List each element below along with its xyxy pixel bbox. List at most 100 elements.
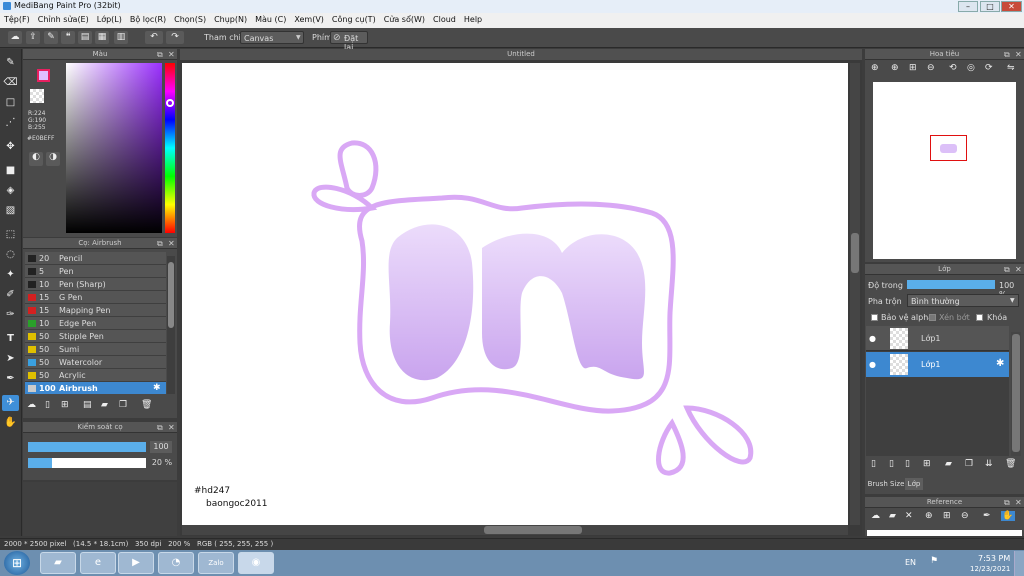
comment-icon[interactable]: ✎ [44, 31, 58, 44]
taskbar-ie-icon[interactable]: e [80, 552, 116, 574]
menu-item[interactable]: Xem(V) [290, 13, 328, 24]
brush-item[interactable]: 10 Edge Pen [25, 317, 166, 330]
close-icon[interactable]: ✕ [168, 50, 175, 59]
open-icon[interactable]: ▰ [889, 511, 896, 521]
brush-tool-icon[interactable]: ✎ [2, 55, 19, 71]
layer-row[interactable]: ● Lớp1 [866, 326, 1009, 351]
magic-wand-tool-icon[interactable]: ✦ [2, 267, 19, 283]
close-icon[interactable]: ✕ [168, 239, 175, 248]
zoom-out-icon[interactable]: ⊖ [961, 511, 969, 521]
foreground-color-swatch[interactable] [37, 69, 50, 82]
drawing-canvas[interactable]: #hd247 baongoc2011 [182, 63, 848, 525]
scrollbar-thumb[interactable] [851, 233, 859, 273]
scrollbar-thumb[interactable] [1012, 334, 1020, 452]
cloud-icon[interactable]: ☁ [871, 511, 880, 521]
menu-item[interactable]: Công cụ(T) [328, 13, 380, 24]
brush-item[interactable]: 50 Stipple Pen [25, 330, 166, 343]
layer-opacity-slider[interactable] [907, 280, 995, 289]
hue-handle[interactable] [166, 99, 174, 107]
brush-item[interactable]: 50 Acrylic [25, 369, 166, 382]
menu-item[interactable]: Tệp(F) [0, 13, 34, 24]
menu-item[interactable]: Help [460, 13, 486, 24]
taskbar-folder-icon[interactable]: ▰ [40, 552, 76, 574]
lasso-tool-icon[interactable]: ◌ [2, 247, 19, 263]
add-layer-menu-icon[interactable]: ⊞ [923, 459, 931, 469]
delete-icon[interactable]: 🗑 [1005, 459, 1016, 469]
close-icon[interactable]: ✕ [1015, 50, 1022, 59]
lock-checkbox[interactable] [976, 314, 983, 321]
merge-layer-icon[interactable]: ⇊ [985, 459, 993, 469]
float-icon[interactable]: ⧉ [1004, 265, 1010, 275]
gradient-tool-icon[interactable]: ▧ [2, 203, 19, 219]
protect-alpha-checkbox[interactable] [871, 314, 878, 321]
layer-row-selected[interactable]: ● Lớp1 ✱ [866, 352, 1009, 377]
eye-icon[interactable]: ● [869, 360, 876, 369]
tab-layer[interactable]: Lớp [905, 478, 923, 490]
color-set-icon[interactable]: ◑ [46, 152, 60, 166]
brush-item[interactable]: 100 Airbrush ✱ [25, 382, 166, 394]
rotate-right-icon[interactable]: ⟳ [985, 63, 993, 73]
scrollbar-thumb[interactable] [484, 526, 582, 534]
brush-item[interactable]: 50 Watercolor [25, 356, 166, 369]
clock-time[interactable]: 7:53 PM [978, 554, 1010, 563]
taskbar-media-icon[interactable]: ▶ [118, 552, 154, 574]
float-icon[interactable]: ⧉ [1004, 498, 1010, 508]
minimize-button[interactable]: – [958, 1, 978, 12]
page-icon[interactable]: ▤ [78, 31, 92, 44]
select-pen-tool-icon[interactable]: ✐ [2, 287, 19, 303]
add-brush-icon[interactable]: ⊞ [61, 400, 69, 410]
brush-item[interactable]: 20 Pencil [25, 252, 166, 265]
float-icon[interactable]: ⧉ [157, 50, 163, 60]
menu-item[interactable]: Chỉnh sửa(E) [34, 13, 93, 24]
brush-item[interactable]: 10 Pen (Sharp) [25, 278, 166, 291]
taskbar-chrome-icon[interactable]: ◉ [238, 552, 274, 574]
hue-slider[interactable] [165, 63, 175, 233]
float-icon[interactable]: ⧉ [1004, 50, 1010, 60]
eyedropper-icon[interactable]: ✒ [983, 511, 991, 521]
rotate-reset-icon[interactable]: ◎ [967, 63, 975, 73]
clipping-checkbox[interactable] [929, 314, 936, 321]
close-icon[interactable]: ✕ [1015, 265, 1022, 274]
eyedropper-tool-icon[interactable]: ✒ [2, 371, 19, 387]
opacity-slider[interactable] [28, 458, 146, 468]
tile-icon[interactable]: ▥ [114, 31, 128, 44]
horizontal-scrollbar[interactable] [182, 525, 848, 535]
airbrush-tool-icon[interactable]: ✈ [2, 395, 19, 411]
menu-item[interactable]: Bộ lọc(R) [126, 13, 170, 24]
close-icon[interactable]: ✕ [1015, 498, 1022, 507]
start-button[interactable]: ⊞ [4, 551, 30, 575]
brush-list-scrollbar[interactable] [167, 256, 175, 394]
cloud-icon[interactable]: ☁ [8, 31, 22, 44]
redo-icon[interactable]: ↷ [166, 31, 184, 44]
menu-item[interactable]: Chụp(N) [210, 13, 251, 24]
close-button[interactable]: ✕ [1001, 1, 1022, 12]
dot-tool-icon[interactable]: ⋰ [2, 115, 19, 131]
new-layer-icon[interactable]: ▯ [871, 459, 876, 469]
zoom-in-icon[interactable]: ⊕ [871, 63, 879, 73]
gear-icon[interactable]: ✱ [153, 383, 161, 393]
zoom-in-icon[interactable]: ⊕ [925, 511, 933, 521]
operation-tool-icon[interactable]: ➤ [2, 351, 19, 367]
eye-icon[interactable]: ● [869, 334, 876, 343]
language-indicator[interactable]: EN [905, 558, 916, 567]
hand-tool-icon[interactable]: ✋ [2, 415, 19, 431]
palette-icon[interactable]: ◐ [29, 152, 43, 166]
select-rect-tool-icon[interactable]: ⬚ [2, 227, 19, 243]
new-layer-1bit-icon[interactable]: ▯ [905, 459, 910, 469]
size-slider[interactable] [28, 442, 146, 452]
taskbar-green-app-icon[interactable]: ◔ [158, 552, 194, 574]
text-tool-icon[interactable]: T [2, 331, 19, 347]
hand-icon[interactable]: ✋ [1001, 511, 1015, 521]
menu-item[interactable]: Cửa sổ(W) [380, 13, 429, 24]
tray-flag-icon[interactable]: ⚑ [930, 556, 938, 566]
rotate-left-icon[interactable]: ⟲ [949, 63, 957, 73]
maximize-button[interactable]: □ [980, 1, 1000, 12]
zoom-out-icon[interactable]: ⊖ [927, 63, 935, 73]
brush-settings-icon[interactable]: ▤ [83, 400, 92, 410]
folder-icon[interactable]: ▰ [101, 400, 108, 410]
gear-icon[interactable]: ✱ [996, 358, 1004, 369]
rectangle-tool-icon[interactable]: □ [2, 95, 19, 111]
blend-mode-select[interactable]: Bình thường ▼ [907, 294, 1019, 307]
close-icon[interactable]: ✕ [168, 423, 175, 432]
brush-item[interactable]: 15 Mapping Pen [25, 304, 166, 317]
